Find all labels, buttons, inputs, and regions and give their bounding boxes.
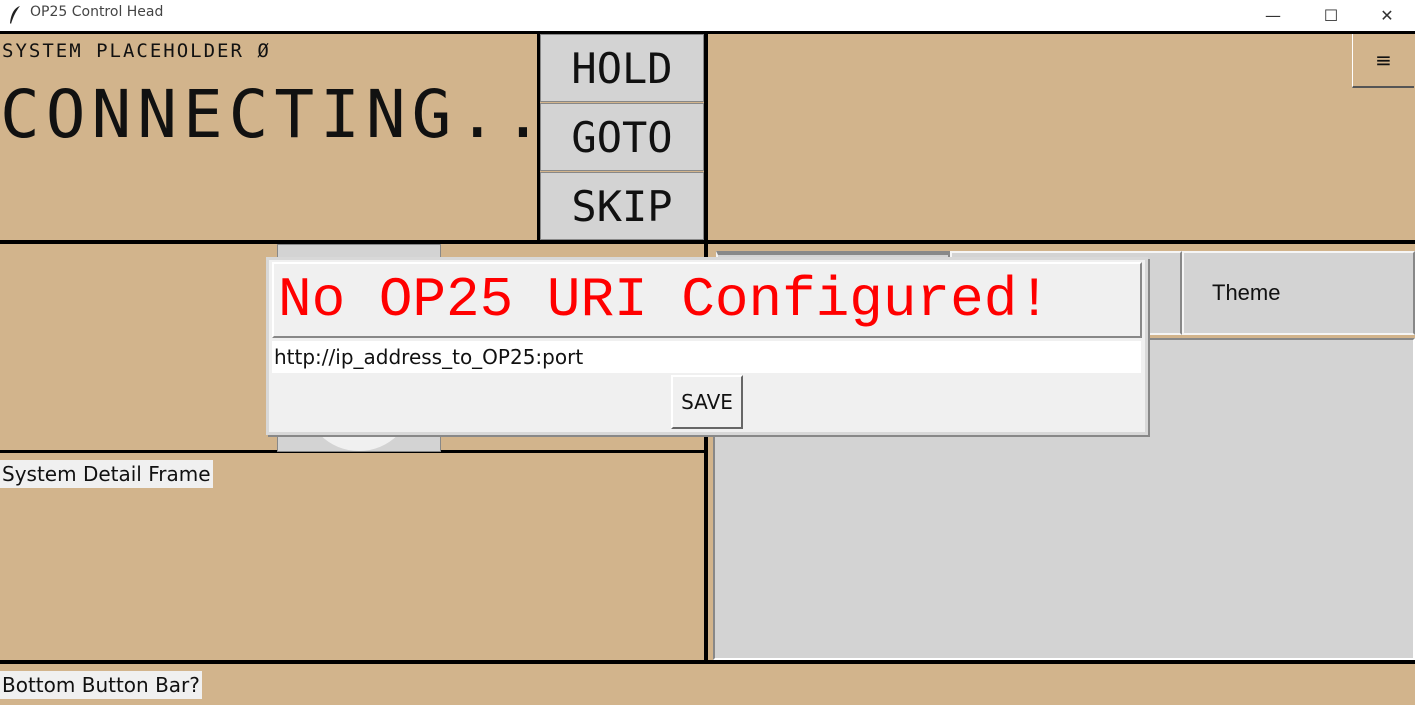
dialog-title: No OP25 URI Configured! [272, 262, 1142, 338]
goto-button[interactable]: GOTO [540, 103, 704, 171]
close-icon: ✕ [1380, 6, 1394, 25]
minimize-button[interactable]: — [1244, 0, 1302, 31]
save-button[interactable]: SAVE [671, 375, 743, 429]
system-name: SYSTEM PLACEHOLDER Ø [2, 40, 271, 62]
window-title: OP25 Control Head [30, 4, 164, 20]
system-detail-label: System Detail Frame [0, 460, 213, 488]
menu-button[interactable]: ≡ [1352, 34, 1414, 88]
minimize-icon: — [1265, 6, 1281, 25]
upper-divider [0, 240, 1415, 244]
maximize-button[interactable]: ☐ [1302, 0, 1360, 31]
status-display: CONNECTING... [0, 76, 595, 153]
uri-input[interactable] [272, 341, 1141, 373]
tab-theme-label: Theme [1212, 280, 1281, 305]
title-bar: OP25 Control Head — ☐ ✕ [0, 0, 1415, 31]
app-window: OP25 Control Head — ☐ ✕ SYSTEM PLACEHOLD… [0, 0, 1415, 705]
skip-button[interactable]: SKIP [540, 172, 704, 240]
hold-button[interactable]: HOLD [540, 34, 704, 102]
gauge-line [440, 452, 706, 453]
hamburger-icon: ≡ [1375, 48, 1392, 72]
tab-theme[interactable]: Theme [1182, 251, 1415, 335]
bottom-divider [0, 660, 1415, 664]
close-button[interactable]: ✕ [1358, 0, 1415, 31]
feather-icon [10, 6, 20, 24]
maximize-icon: ☐ [1323, 6, 1339, 25]
bottom-bar-label: Bottom Button Bar? [0, 671, 202, 699]
